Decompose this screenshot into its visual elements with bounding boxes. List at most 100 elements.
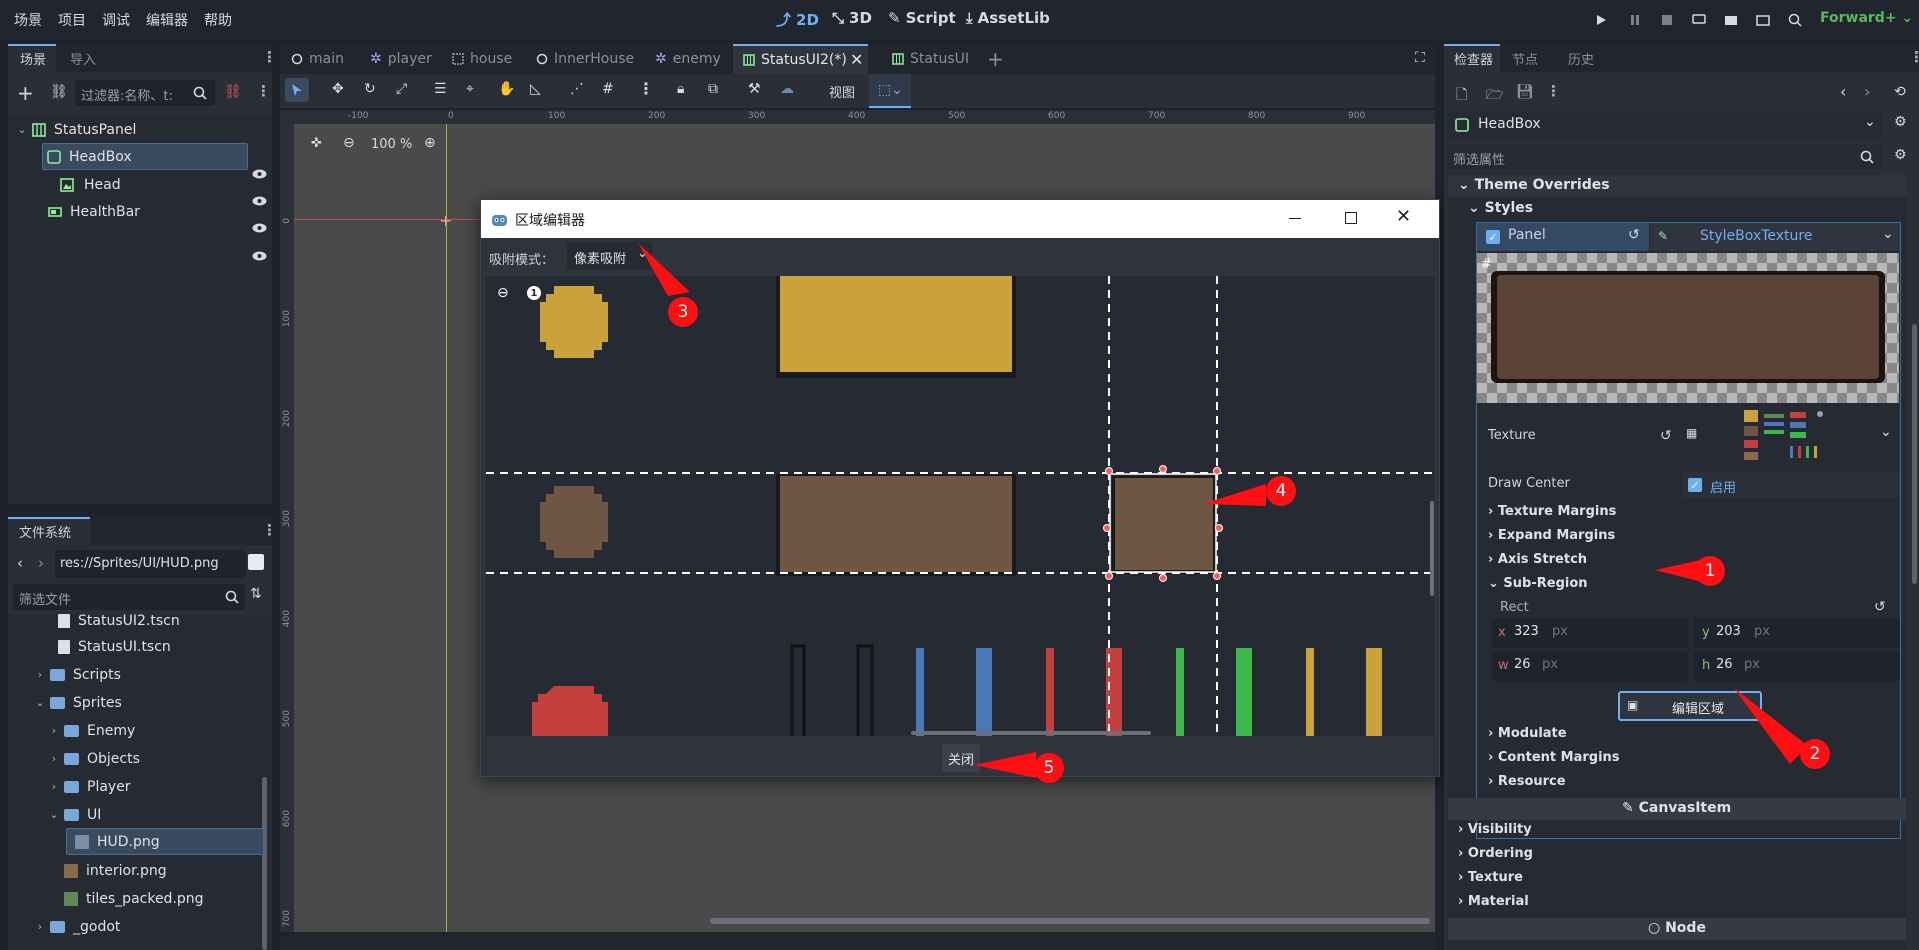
lock-icon[interactable]: 🔒︎ bbox=[677, 81, 684, 97]
edit-region-button[interactable]: ▣ 编辑区域 bbox=[1618, 691, 1762, 721]
panel-property-row[interactable] bbox=[1477, 223, 1649, 251]
node-tools-icon[interactable]: ⚙ bbox=[1894, 114, 1907, 130]
tree-node-healthbar[interactable]: HealthBar bbox=[48, 198, 228, 225]
bone-icon[interactable]: ⚒ bbox=[748, 81, 761, 97]
revert-icon[interactable]: ↺ bbox=[1874, 599, 1886, 615]
close-tab-icon[interactable]: ✕ bbox=[850, 50, 863, 69]
mode-2d-button[interactable]: ⤴ 2D bbox=[776, 9, 819, 30]
fs-item-ui[interactable]: ⌄ UI bbox=[48, 801, 101, 828]
zoom-out-icon[interactable]: ⊖ bbox=[343, 135, 355, 151]
dialog-titlebar[interactable]: 区域编辑器 ✕ bbox=[481, 200, 1439, 238]
tab-main[interactable]: main bbox=[291, 51, 344, 67]
fs-item-interior-png[interactable]: interior.png bbox=[64, 857, 167, 884]
inspector-scrollbar[interactable] bbox=[1912, 324, 1917, 584]
list-select-icon[interactable]: ☰ bbox=[434, 81, 447, 97]
movie-icon[interactable] bbox=[1720, 10, 1742, 30]
fullscreen-icon[interactable]: ⛶ bbox=[1415, 50, 1425, 66]
expand-margins-section[interactable]: › Expand Margins bbox=[1488, 528, 1615, 543]
menu-project[interactable]: 项目 bbox=[58, 10, 86, 30]
menu-editor[interactable]: 编辑器 bbox=[146, 10, 188, 30]
visibility-eye-icon[interactable] bbox=[252, 196, 267, 206]
tab-statusui2[interactable]: StatusUI2(*) ✕ bbox=[733, 44, 868, 74]
tab-statusui[interactable]: StatusUI bbox=[892, 51, 969, 67]
rect-y-field[interactable]: y 203 px bbox=[1694, 618, 1900, 648]
node-selector[interactable]: HeadBox ⌄ bbox=[1448, 111, 1882, 139]
property-options-icon[interactable]: ⚙ bbox=[1894, 147, 1907, 163]
fs-path-input[interactable]: res://Sprites/UI/HUD.png bbox=[55, 550, 246, 578]
rect-h-field[interactable]: h 26 px bbox=[1694, 651, 1900, 681]
minimize-icon[interactable] bbox=[1289, 218, 1301, 219]
close-window-icon[interactable]: ✕ bbox=[1396, 206, 1411, 227]
inspector-menu-icon[interactable]: ⋮ bbox=[1909, 48, 1919, 66]
visibility-eye-icon[interactable] bbox=[252, 251, 267, 261]
property-filter-input[interactable]: 筛选属性 bbox=[1448, 144, 1882, 170]
styles-section[interactable]: ⌄ Styles bbox=[1468, 200, 1533, 216]
fs-view-toggle-icon[interactable] bbox=[248, 554, 264, 570]
mode-script-button[interactable]: ✎ Script bbox=[888, 9, 956, 27]
rect-w-field[interactable]: w 26 px bbox=[1492, 651, 1688, 681]
revert-icon[interactable]: ↺ bbox=[1660, 428, 1672, 444]
instance-scene-icon[interactable]: ⛓ bbox=[224, 84, 242, 100]
visibility-section[interactable]: › Visibility bbox=[1458, 822, 1532, 837]
maximize-icon[interactable] bbox=[1345, 212, 1357, 224]
scene-dock-menu-icon[interactable]: ⋮ bbox=[262, 48, 277, 66]
pause-icon[interactable] bbox=[1624, 10, 1646, 30]
rotate-tool-icon[interactable]: ↻ bbox=[364, 81, 376, 97]
fs-dock-menu-icon[interactable]: ⋮ bbox=[262, 521, 277, 539]
history-forward-icon[interactable]: › bbox=[1864, 82, 1870, 101]
scene-filter-input[interactable]: 过滤器:名称、t: bbox=[75, 80, 215, 106]
visibility-eye-icon[interactable] bbox=[252, 223, 267, 233]
close-button[interactable]: 关闭 bbox=[942, 744, 980, 772]
viewport-h-scrollbar[interactable] bbox=[710, 918, 1430, 924]
sort-icon[interactable]: ⇅ bbox=[250, 586, 262, 602]
add-node-icon[interactable]: + bbox=[17, 81, 34, 105]
node-header[interactable]: ○ Node bbox=[1448, 918, 1906, 940]
menu-debug[interactable]: 调试 bbox=[102, 10, 130, 30]
select-tool-button[interactable] bbox=[285, 78, 309, 102]
scale-tool-icon[interactable]: ⤢ bbox=[396, 81, 407, 97]
grid-snap-icon[interactable]: # bbox=[602, 81, 614, 97]
zoom-in-icon[interactable]: ⊕ bbox=[424, 135, 436, 151]
content-margins-section[interactable]: › Content Margins bbox=[1488, 750, 1620, 765]
modulate-section[interactable]: › Modulate bbox=[1488, 726, 1567, 741]
tab-innerhouse[interactable]: InnerHouse bbox=[536, 51, 634, 67]
snap-options-icon[interactable]: ⋮ bbox=[638, 79, 654, 98]
history-back-icon[interactable]: ‹ bbox=[1840, 82, 1846, 101]
stop-icon[interactable] bbox=[1656, 10, 1678, 30]
play-custom-icon[interactable] bbox=[1784, 10, 1806, 30]
texture-margins-section[interactable]: › Texture Margins bbox=[1488, 504, 1616, 519]
link-icon[interactable]: ⛓ bbox=[50, 84, 68, 100]
add-tab-icon[interactable]: + bbox=[987, 47, 1004, 71]
scene-tree-menu-icon[interactable]: ⋮ bbox=[256, 82, 271, 100]
fs-item-statusui2[interactable]: StatusUI2.tscn bbox=[58, 610, 180, 632]
ordering-section[interactable]: › Ordering bbox=[1458, 846, 1533, 861]
fs-scrollbar[interactable] bbox=[262, 777, 267, 950]
cloud-icon[interactable]: ☁ bbox=[780, 81, 794, 97]
mode-3d-button[interactable]: ⤡ 3D bbox=[832, 9, 872, 27]
region-v-scrollbar[interactable] bbox=[1430, 501, 1434, 596]
region-canvas[interactable]: ⊖ 1 ⊕ bbox=[486, 276, 1434, 736]
tab-node[interactable]: 节点 bbox=[1512, 49, 1538, 68]
smart-snap-icon[interactable]: ⋰ bbox=[570, 81, 584, 97]
fs-item-hud-png[interactable]: HUD.png bbox=[66, 828, 264, 855]
tree-node-headbox[interactable]: HeadBox bbox=[42, 143, 248, 170]
panel-enabled-checkbox[interactable]: ✓ bbox=[1486, 230, 1500, 244]
tab-import[interactable]: 导入 bbox=[70, 49, 96, 68]
ruler-tool-icon[interactable]: ◺ bbox=[530, 81, 541, 97]
tab-history[interactable]: 历史 bbox=[1568, 49, 1594, 68]
open-folder-icon[interactable]: 🗁 bbox=[1486, 84, 1503, 108]
tree-node-statuspanel[interactable]: ⌄ StatusPanel bbox=[16, 116, 268, 143]
tree-node-head[interactable]: Head bbox=[60, 171, 240, 198]
group-icon[interactable]: ⧉ bbox=[708, 81, 718, 97]
texture-region-editor-button[interactable]: ⬚⌄ bbox=[869, 74, 911, 108]
menu-help[interactable]: 帮助 bbox=[204, 10, 232, 30]
texture-section[interactable]: › Texture bbox=[1458, 870, 1523, 885]
fs-item-player[interactable]: › Player bbox=[48, 773, 131, 800]
pivot-tool-icon[interactable]: ⌖ bbox=[466, 81, 474, 97]
tab-player[interactable]: ✲ player bbox=[370, 51, 432, 67]
fs-item-godot[interactable]: › _godot bbox=[34, 913, 121, 940]
tab-house[interactable]: house bbox=[452, 51, 512, 67]
texture-resource-picker[interactable]: ▦ ⌄ bbox=[1682, 404, 1898, 466]
snap-mode-select[interactable]: 像素吸附 ⌄ bbox=[567, 242, 652, 270]
center-view-icon[interactable]: ✜ bbox=[311, 136, 322, 151]
